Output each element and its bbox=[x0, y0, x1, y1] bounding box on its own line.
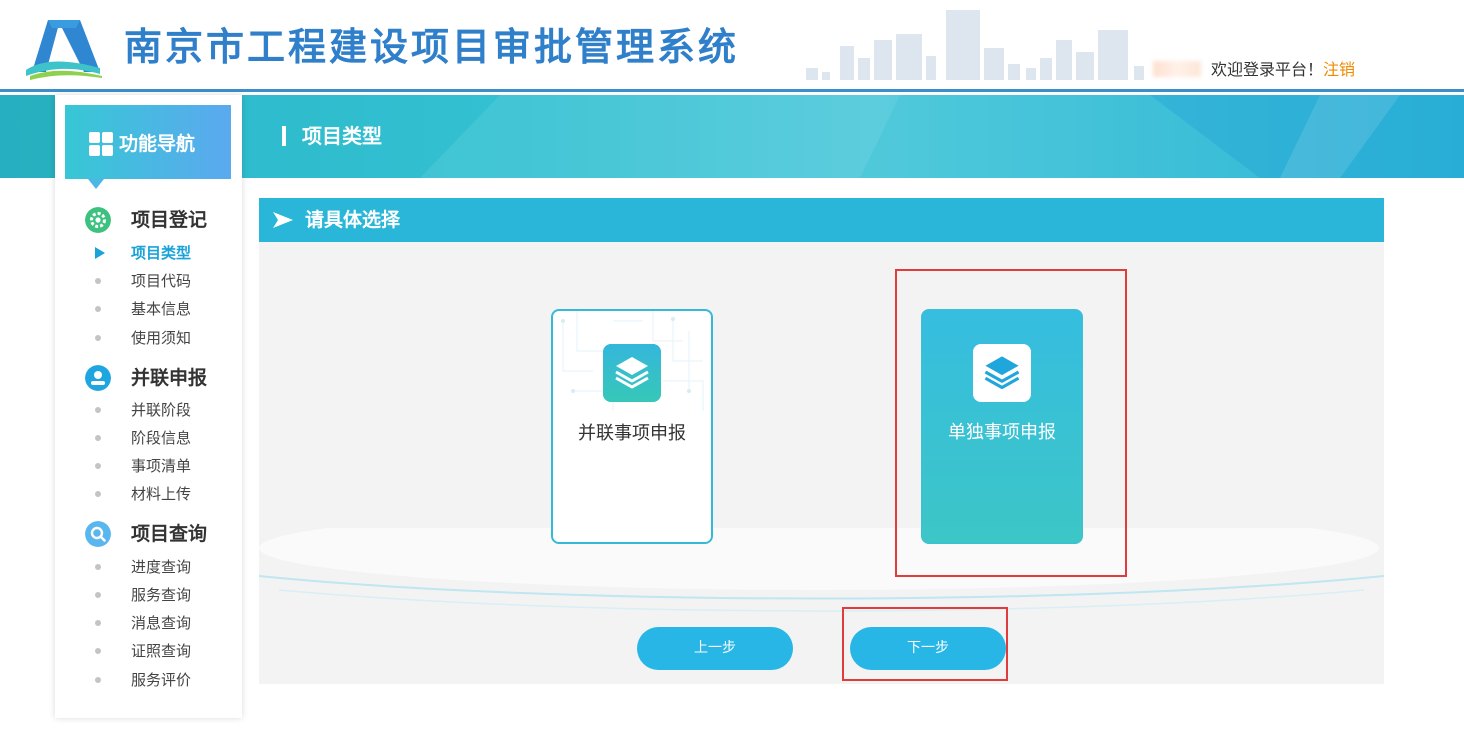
top-header: 南京市工程建设项目审批管理系统 欢迎登录平台！注销 bbox=[0, 0, 1464, 92]
select-header-bar: 请具体选择 bbox=[259, 198, 1384, 242]
bullet-icon bbox=[95, 335, 101, 341]
nav-title: 功能导航 bbox=[119, 133, 196, 155]
logo-icon bbox=[26, 20, 102, 80]
layers-icon bbox=[603, 344, 661, 402]
sidebar-item-label: 进度查询 bbox=[131, 558, 192, 576]
bullet-icon bbox=[95, 564, 101, 570]
grid-icon bbox=[89, 132, 113, 156]
user-icon bbox=[85, 365, 111, 391]
next-step-button[interactable]: 下一步 bbox=[850, 627, 1006, 670]
sidebar-item-label: 服务评价 bbox=[131, 671, 192, 689]
bullet-icon bbox=[95, 278, 101, 284]
sidebar-item-label: 服务查询 bbox=[131, 586, 192, 604]
bullet-icon bbox=[95, 677, 101, 683]
bullet-icon bbox=[95, 491, 101, 497]
search-icon bbox=[85, 521, 111, 547]
blurred-username bbox=[1153, 61, 1201, 77]
logout-link[interactable]: 注销 bbox=[1323, 60, 1355, 79]
gear-icon bbox=[85, 207, 111, 233]
nav-header-pointer bbox=[88, 179, 104, 189]
card-parallel-declare[interactable]: 并联事项申报 bbox=[551, 309, 713, 544]
bullet-icon bbox=[95, 620, 101, 626]
prev-step-button[interactable]: 上一步 bbox=[637, 627, 793, 670]
group-title: 并联申报 bbox=[131, 367, 208, 389]
bullet-icon bbox=[95, 463, 101, 469]
group-title: 项目查询 bbox=[131, 523, 208, 545]
sidebar: 功能导航 项目登记 项目类型 项目代码 基本信息 使用须知 并联申报 并联阶段 … bbox=[55, 95, 242, 718]
sidebar-item-label: 阶段信息 bbox=[131, 429, 192, 447]
sidebar-item-label: 项目类型 bbox=[131, 244, 192, 262]
sidebar-item-label: 材料上传 bbox=[131, 485, 192, 503]
welcome-text: 欢迎登录平台！ bbox=[1211, 60, 1324, 79]
sidebar-item-label: 基本信息 bbox=[131, 300, 192, 318]
nav-header: 功能导航 bbox=[65, 105, 231, 179]
system-title: 南京市工程建设项目审批管理系统 bbox=[124, 25, 740, 69]
active-arrow-icon bbox=[95, 247, 105, 259]
bullet-icon bbox=[95, 407, 101, 413]
bullet-icon bbox=[95, 435, 101, 441]
skyline-decoration bbox=[806, 10, 1144, 80]
group-title: 项目登记 bbox=[131, 209, 208, 231]
sidebar-item-label: 事项清单 bbox=[131, 457, 192, 475]
arrow-right-icon bbox=[273, 212, 293, 228]
select-panel: 请具体选择 并联事项申报 单独事项申报 上一步 下一步 bbox=[259, 198, 1384, 684]
sidebar-item-label: 证照查询 bbox=[131, 642, 192, 660]
card-single-declare[interactable]: 单独事项申报 bbox=[921, 309, 1083, 544]
bullet-icon bbox=[95, 592, 101, 598]
select-title: 请具体选择 bbox=[305, 209, 401, 231]
sidebar-item-label: 消息查询 bbox=[131, 614, 192, 632]
wave-decoration bbox=[259, 528, 1384, 612]
sidebar-item-label: 并联阶段 bbox=[131, 401, 192, 419]
card-label: 单独事项申报 bbox=[948, 422, 1056, 443]
page-heading: 项目类型 bbox=[282, 122, 382, 150]
layers-icon bbox=[973, 344, 1031, 402]
page-heading-text: 项目类型 bbox=[302, 124, 382, 148]
bullet-icon bbox=[95, 306, 101, 312]
heading-bar bbox=[282, 126, 286, 146]
card-label: 并联事项申报 bbox=[578, 423, 686, 444]
sidebar-item-label: 项目代码 bbox=[131, 272, 192, 290]
user-block: 欢迎登录平台！注销 bbox=[1153, 58, 1355, 82]
bullet-icon bbox=[95, 648, 101, 654]
sidebar-item-label: 使用须知 bbox=[131, 329, 192, 347]
